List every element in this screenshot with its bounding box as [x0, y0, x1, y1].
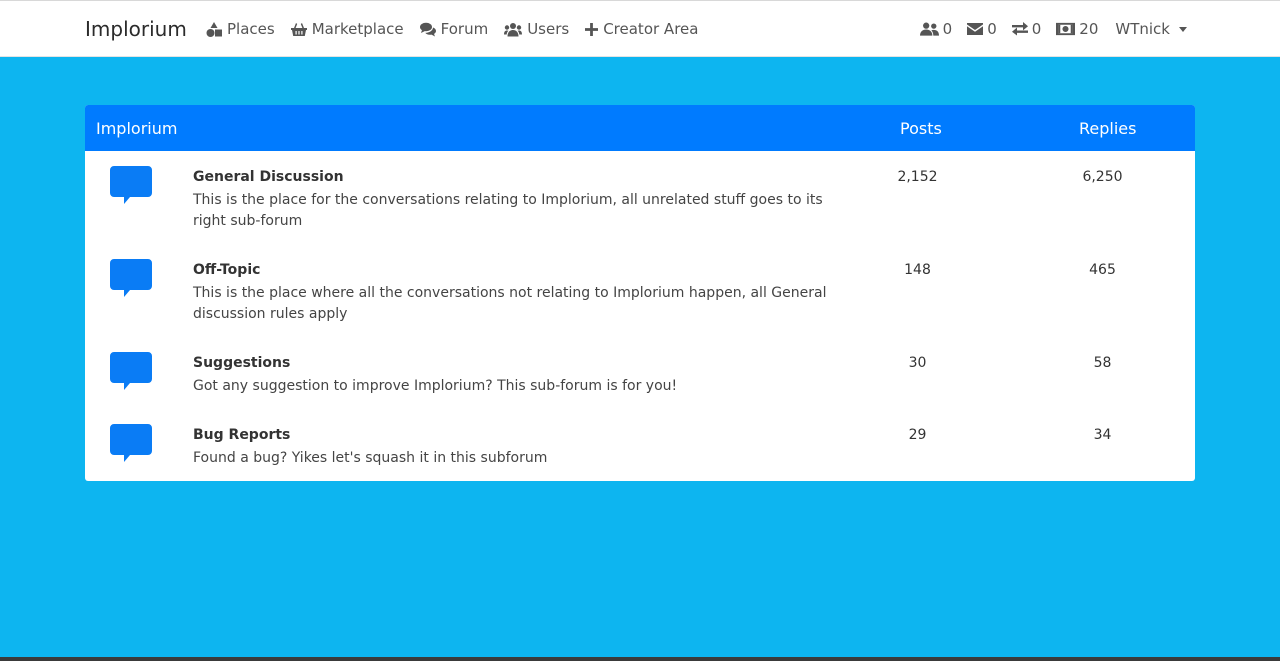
- main-nav: Places Marketplace Forum Users Creator A…: [206, 20, 698, 38]
- subforum-post-count: 29: [908, 427, 927, 443]
- money-bill-icon: [1056, 22, 1076, 36]
- user-dropdown[interactable]: WTnick: [1115, 20, 1187, 38]
- speech-bubble-icon: [110, 352, 152, 392]
- nav-marketplace[interactable]: Marketplace: [290, 20, 404, 38]
- subforum-row-bug-reports[interactable]: Bug Reports Found a bug? Yikes let's squ…: [85, 409, 1195, 481]
- subforum-row-general-discussion[interactable]: General Discussion This is the place for…: [85, 151, 1195, 244]
- username: WTnick: [1115, 20, 1170, 38]
- subforum-reply-count: 58: [1093, 355, 1112, 371]
- nav-users[interactable]: Users: [504, 20, 569, 38]
- subforum-reply-count: 34: [1093, 427, 1112, 443]
- replies-column-header: Replies: [1079, 119, 1137, 138]
- users-icon: [504, 22, 523, 36]
- subforum-name[interactable]: Bug Reports: [193, 427, 290, 443]
- plus-icon: [585, 22, 599, 36]
- caret-down-icon: [1179, 26, 1187, 32]
- subforum-name[interactable]: Off-Topic: [193, 262, 260, 278]
- subforum-description: This is the place for the conversations …: [193, 192, 823, 229]
- currency-amount: 20: [1079, 20, 1099, 38]
- comments-icon: [419, 22, 436, 36]
- posts-column-header: Posts: [900, 119, 942, 138]
- subforum-reply-count: 6,250: [1082, 169, 1123, 185]
- messages-counter[interactable]: 0: [967, 20, 997, 38]
- nav-forum[interactable]: Forum: [419, 20, 489, 38]
- friends-counter[interactable]: 0: [919, 20, 953, 38]
- subforum-name[interactable]: Suggestions: [193, 355, 290, 371]
- subforum-post-count: 148: [904, 262, 931, 278]
- nav-marketplace-label: Marketplace: [311, 20, 404, 38]
- subforum-post-count: 30: [908, 355, 927, 371]
- nav-users-label: Users: [527, 20, 570, 38]
- top-navbar: Implorium Places Marketplace Forum Users…: [0, 0, 1280, 57]
- forum-category-header: Implorium Posts Replies: [85, 105, 1195, 151]
- speech-bubble-icon: [110, 259, 152, 299]
- nav-forum-label: Forum: [440, 20, 489, 38]
- speech-bubble-icon: [110, 424, 152, 464]
- nav-creator-area-label: Creator Area: [603, 20, 699, 38]
- subforum-reply-count: 465: [1089, 262, 1116, 278]
- category-title: Implorium: [96, 119, 178, 138]
- nav-creator-area[interactable]: Creator Area: [585, 20, 698, 38]
- subforum-name[interactable]: General Discussion: [193, 169, 344, 185]
- subforum-row-suggestions[interactable]: Suggestions Got any suggestion to improv…: [85, 337, 1195, 409]
- envelope-icon: [967, 23, 984, 35]
- subforum-post-count: 2,152: [897, 169, 938, 185]
- shapes-icon: [206, 21, 222, 37]
- trades-count: 0: [1031, 20, 1042, 38]
- speech-bubble-icon: [110, 166, 152, 206]
- subforum-description: Found a bug? Yikes let's squash it in th…: [193, 450, 548, 466]
- subforum-description: Got any suggestion to improve Implorium?…: [193, 378, 678, 394]
- friends-icon: [919, 22, 939, 36]
- messages-count: 0: [987, 20, 997, 38]
- friends-count: 0: [942, 20, 953, 38]
- subforum-description: This is the place where all the conversa…: [193, 285, 827, 322]
- nav-places[interactable]: Places: [206, 20, 275, 38]
- exchange-icon: [1011, 22, 1028, 36]
- nav-places-label: Places: [227, 20, 275, 38]
- user-stats: 0 0 0 20 WTnick: [919, 20, 1187, 38]
- brand-logo-text[interactable]: Implorium: [85, 17, 187, 41]
- os-taskbar-edge: [0, 657, 1280, 661]
- forum-category-card: Implorium Posts Replies General Discussi…: [85, 105, 1195, 481]
- subforum-row-off-topic[interactable]: Off-Topic This is the place where all th…: [85, 244, 1195, 337]
- currency-counter[interactable]: 20: [1056, 20, 1098, 38]
- basket-icon: [290, 22, 307, 36]
- trades-counter[interactable]: 0: [1011, 20, 1042, 38]
